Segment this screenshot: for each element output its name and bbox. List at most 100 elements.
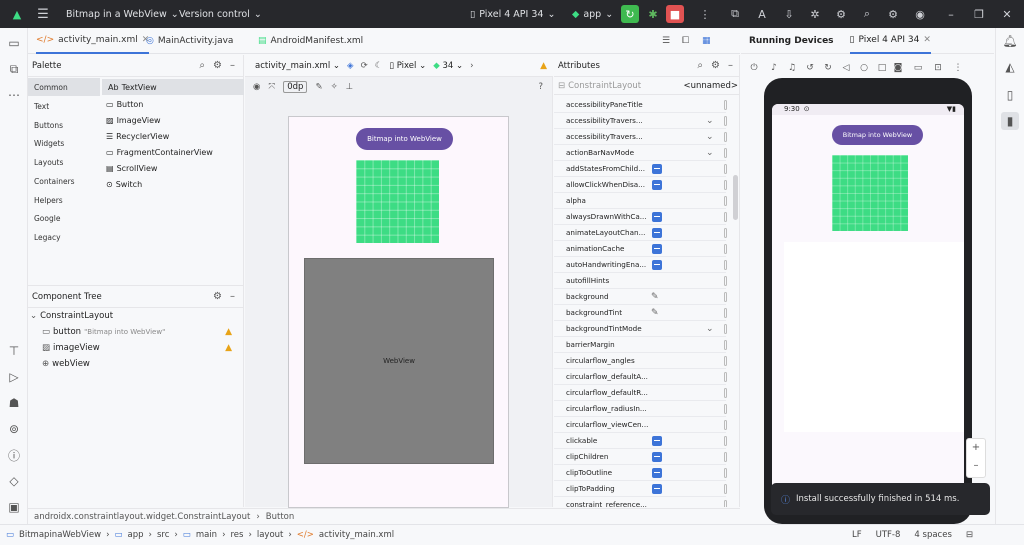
running-devices-icon[interactable]: ▮ [1001, 112, 1019, 130]
warning-icon[interactable]: ▲ [540, 61, 547, 71]
attribute-row[interactable]: autofillHints [554, 273, 727, 289]
attribute-value-field[interactable] [724, 387, 727, 398]
attribute-row[interactable]: circularflow_viewCen... [554, 417, 727, 433]
device-preview-selector[interactable]: ▯ Pixel ⌄ [389, 61, 426, 71]
canvas-button[interactable]: Bitmap into WebView [356, 128, 453, 150]
color-picker-icon[interactable]: ✎ [651, 308, 659, 318]
volume-down-icon[interactable]: ♫ [785, 61, 799, 75]
build-icon[interactable]: ⊤ [5, 342, 23, 360]
tree-item-button[interactable]: ▭ button "Bitmap into WebView" ▲ [42, 324, 232, 340]
checkbox-icon[interactable] [652, 483, 662, 494]
warning-icon[interactable]: ▲ [225, 343, 232, 353]
more-icon[interactable]: ⋮ [696, 5, 714, 23]
attribute-row[interactable]: autoHandwritingEna... [554, 257, 727, 273]
chevron-down-icon[interactable]: ⌄ [706, 324, 714, 334]
power-icon[interactable]: ⏻ [747, 61, 761, 75]
attribute-value-field[interactable] [724, 451, 727, 462]
attribute-value-field[interactable] [724, 307, 727, 318]
path-item[interactable]: src [157, 530, 169, 540]
attribute-value-field[interactable] [724, 435, 727, 446]
palette-category[interactable]: Containers [28, 172, 100, 190]
sync-icon[interactable]: ⇩ [780, 5, 798, 23]
tab-activity-main[interactable]: </> activity_main.xml ✕ [36, 28, 150, 54]
checkbox-icon[interactable] [652, 211, 662, 222]
screenshot-icon[interactable]: ◙ [891, 61, 905, 75]
attribute-row[interactable]: allowClickWhenDisa... [554, 177, 727, 193]
attribute-value-field[interactable] [724, 179, 727, 190]
device-manager-icon[interactable]: ⧉ [726, 5, 744, 23]
path-item[interactable]: BitmapinaWebView [19, 530, 101, 540]
attribute-row[interactable]: addStatesFromChild... [554, 161, 727, 177]
encoding[interactable]: UTF-8 [876, 530, 901, 540]
path-item[interactable]: layout [257, 530, 284, 540]
back-icon[interactable]: ◁ [839, 61, 853, 75]
path-item[interactable]: app [128, 530, 144, 540]
device-file-icon[interactable]: ▯ [1001, 86, 1019, 104]
palette-category[interactable]: Common [28, 78, 100, 96]
rotate-left-icon[interactable]: ↺ [803, 61, 817, 75]
palette-item-button[interactable]: ▭ Button [106, 96, 143, 112]
tab-android-manifest[interactable]: ▤ AndroidManifest.xml [258, 28, 363, 54]
autoconnect-icon[interactable]: ⤧ [268, 82, 275, 92]
align-icon[interactable]: ⊥ [346, 82, 353, 92]
main-menu-icon[interactable]: ☰ [34, 5, 52, 23]
chevron-down-icon[interactable]: ⌄ [706, 116, 714, 126]
attributes-scrollbar[interactable] [733, 175, 738, 220]
app-inspection-icon[interactable]: ⊚ [5, 420, 23, 438]
volume-up-icon[interactable]: ♪ [767, 61, 781, 75]
magic-wand-icon[interactable]: ✧ [331, 82, 338, 92]
attribute-value-field[interactable] [724, 195, 727, 206]
phone-web-view[interactable] [784, 242, 964, 432]
gear-icon[interactable]: ⚙ [711, 60, 720, 71]
canvas-web-view[interactable]: WebView [304, 258, 494, 464]
lock-icon[interactable]: ⊟ [966, 530, 973, 540]
component-id[interactable]: <unnamed> [683, 81, 738, 91]
chevron-right-icon[interactable]: › [470, 61, 473, 71]
chevron-down-icon[interactable]: ⌄ [706, 148, 714, 158]
breadcrumb-item[interactable]: Button [266, 512, 294, 522]
terminal-icon[interactable]: ▣ [5, 498, 23, 516]
debug-icon[interactable]: ✱ [644, 5, 662, 23]
checkbox-icon[interactable] [652, 227, 662, 238]
translate-icon[interactable]: A [753, 5, 771, 23]
attribute-value-field[interactable] [724, 275, 727, 286]
close-icon[interactable]: ✕ [998, 5, 1016, 23]
problems-icon[interactable]: ⓘ [5, 446, 23, 464]
attribute-row[interactable]: animateLayoutChan... [554, 225, 727, 241]
attribute-value-field[interactable] [724, 483, 727, 494]
palette-item-imageview[interactable]: ▨ ImageView [106, 112, 161, 128]
color-picker-icon[interactable]: ✎ [651, 292, 659, 302]
settings-icon[interactable]: ⚙ [884, 5, 902, 23]
palette-category[interactable]: Helpers [28, 191, 100, 209]
palette-item-switch[interactable]: ⊙ Switch [106, 176, 142, 192]
attribute-row[interactable]: circularflow_defaultA... [554, 369, 727, 385]
night-mode-icon[interactable]: ☾ [375, 61, 383, 71]
apply-changes-icon[interactable]: ↻ [621, 5, 639, 23]
search-icon[interactable]: ⌕ [199, 60, 205, 71]
palette-category[interactable]: Layouts [28, 153, 100, 171]
attribute-value-field[interactable] [724, 115, 727, 126]
indent[interactable]: 4 spaces [914, 530, 951, 540]
attribute-value-field[interactable] [724, 403, 727, 414]
palette-category[interactable]: Widgets [28, 134, 100, 152]
folder-icon[interactable]: ▭ [5, 34, 23, 52]
attribute-value-field[interactable] [724, 227, 727, 238]
code-view-icon[interactable]: ☰ [662, 28, 670, 54]
attribute-row[interactable]: alwaysDrawnWithCa... [554, 209, 727, 225]
checkbox-icon[interactable] [652, 435, 662, 446]
palette-item-recyclerview[interactable]: ☰ RecyclerView [106, 128, 169, 144]
more-icon[interactable]: ⋮ [951, 61, 965, 75]
search-icon[interactable]: ⌕ [858, 5, 876, 23]
api-selector[interactable]: ◆ 34 ⌄ [433, 61, 463, 71]
attribute-value-field[interactable] [724, 419, 727, 430]
tab-device[interactable]: ▯ Pixel 4 API 34 ✕ [849, 28, 931, 54]
minimize-icon[interactable]: – [942, 5, 960, 23]
attribute-row[interactable]: clipChildren [554, 449, 727, 465]
attribute-row[interactable]: backgroundTintMode ⌄ [554, 321, 727, 337]
attribute-value-field[interactable] [724, 291, 727, 302]
breadcrumb-item[interactable]: androidx.constraintlayout.widget.Constra… [34, 512, 250, 522]
more-tools-icon[interactable]: ⋯ [5, 86, 23, 104]
minimize-panel-icon[interactable]: – [230, 60, 235, 71]
checkbox-icon[interactable] [652, 259, 662, 270]
module-selector[interactable]: ◆ app ⌄ [572, 0, 613, 28]
